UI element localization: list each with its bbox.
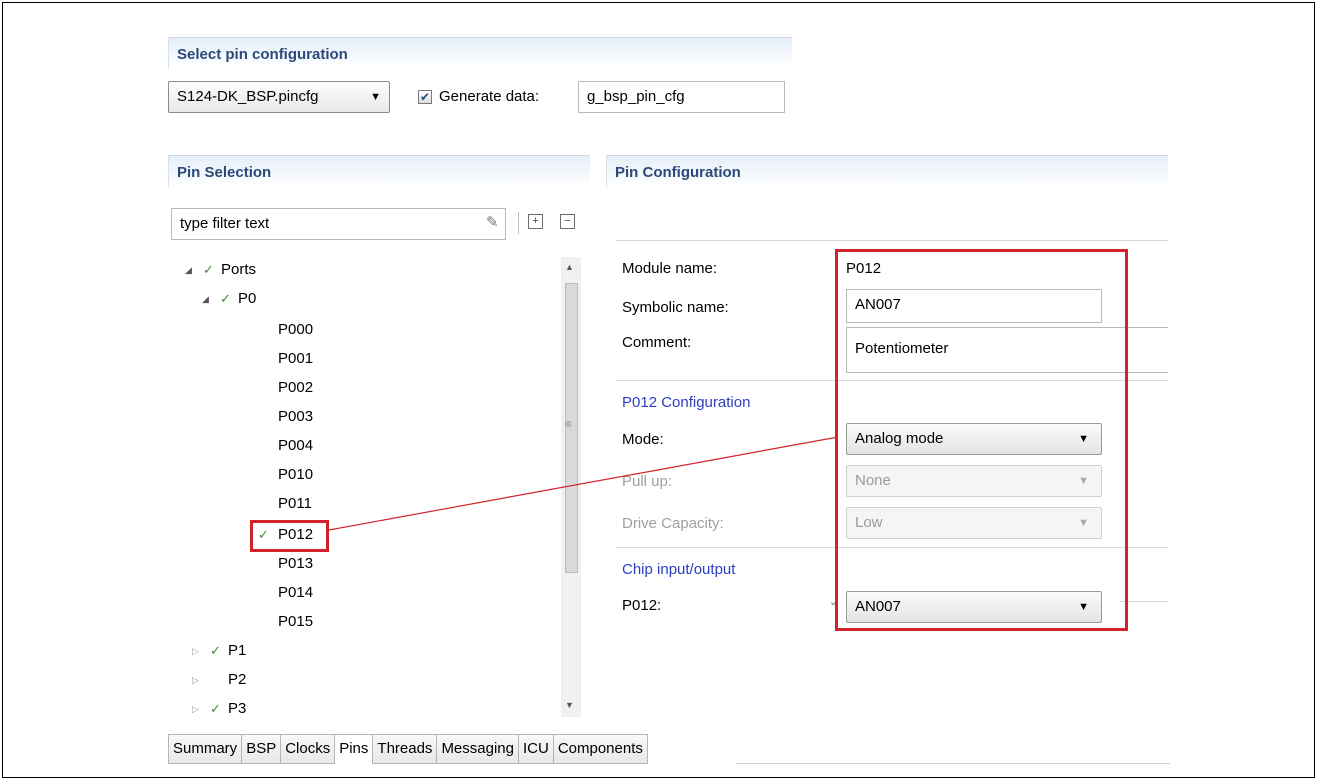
tab-clocks[interactable]: Clocks (281, 734, 336, 764)
tab-icu[interactable]: ICU (518, 734, 554, 764)
tab-bar-line (736, 733, 1170, 764)
annotation-line (328, 436, 839, 531)
tab-bsp[interactable]: BSP (242, 734, 282, 764)
editor-tabs: Summary BSP Clocks Pins Threads Messagin… (168, 734, 648, 764)
tab-summary[interactable]: Summary (168, 734, 243, 764)
tab-pins[interactable]: Pins (335, 734, 374, 764)
tab-threads[interactable]: Threads (373, 734, 438, 764)
tab-components[interactable]: Components (553, 734, 648, 764)
tab-messaging[interactable]: Messaging (437, 734, 519, 764)
